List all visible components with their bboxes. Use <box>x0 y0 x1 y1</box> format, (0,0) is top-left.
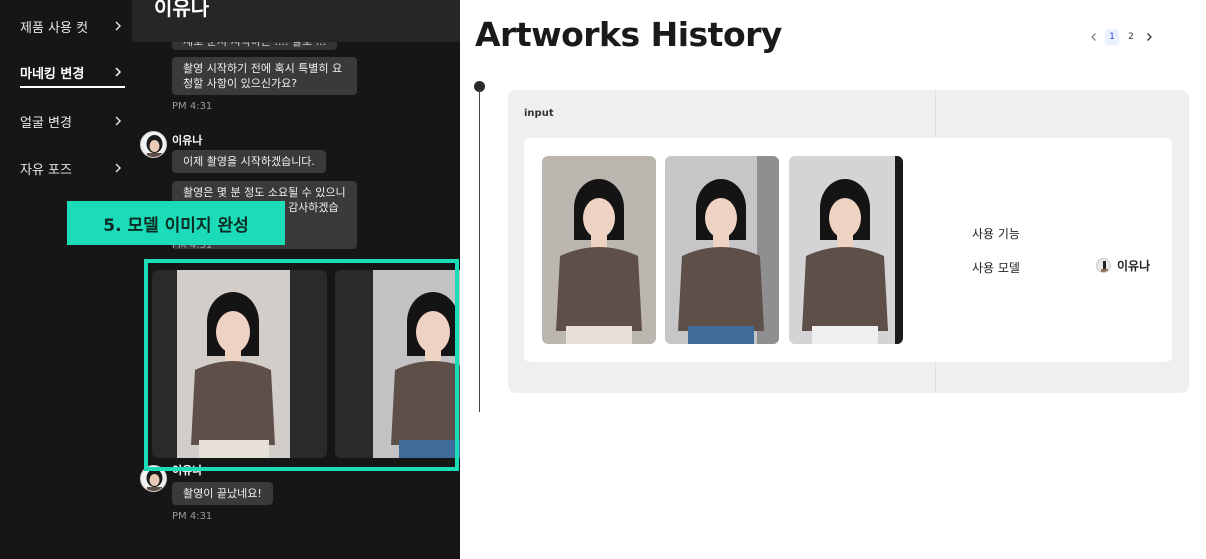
chevron-right-icon <box>115 21 122 31</box>
page-number[interactable]: 2 <box>1124 29 1138 45</box>
message-time: PM 4:31 <box>172 101 213 112</box>
input-image-thumbnail[interactable] <box>542 156 656 344</box>
input-label: input <box>524 108 554 119</box>
sender-name: 이유나 <box>172 134 203 147</box>
sidebar-item-label: 마네킹 변경 <box>20 66 85 82</box>
sidebar-item-mannequin-change[interactable]: 마네킹 변경 <box>20 58 125 88</box>
sender-name: 이유나 <box>172 464 203 477</box>
chat-header: 이유나 <box>132 0 460 42</box>
generated-photo[interactable] <box>152 270 327 458</box>
chat-bubble: 촬영이 끝났네요! <box>172 482 273 505</box>
sidebar-item-label: 자유 포즈 <box>20 162 72 178</box>
input-image-thumbnail[interactable] <box>789 156 903 344</box>
input-image-thumbnail[interactable] <box>665 156 779 344</box>
avatar <box>1096 258 1111 273</box>
annotation-label: 5. 모델 이미지 완성 <box>67 201 285 245</box>
sidebar-item-free-pose[interactable]: 자유 포즈 <box>20 153 125 183</box>
chevron-right-icon[interactable] <box>1143 31 1155 43</box>
sidebar-item-product-cut[interactable]: 제품 사용 컷 <box>20 11 125 41</box>
chat-bubble: 촬영 시작하기 전에 혹시 특별히 요 청할 사항이 있으신가요? <box>172 57 357 95</box>
message-time: PM 4:31 <box>172 511 213 522</box>
avatar <box>140 465 167 492</box>
chevron-right-icon <box>115 116 122 126</box>
chat-title: 이유나 <box>154 0 210 20</box>
generated-photo[interactable] <box>335 270 460 458</box>
sidebar-item-label: 제품 사용 컷 <box>20 20 89 36</box>
chat-bubble: 이제 촬영을 시작하겠습니다. <box>172 150 326 173</box>
chat-app-panel: 제품 사용 컷 마네킹 변경 얼굴 변경 자유 포즈 세로 순서 시작하는 ..… <box>0 0 460 559</box>
sidebar-item-label: 얼굴 변경 <box>20 115 72 131</box>
page-number-current[interactable]: 1 <box>1105 29 1119 45</box>
model-tag: 이유나 <box>1096 257 1150 274</box>
chevron-left-icon[interactable] <box>1088 31 1100 43</box>
timeline-line <box>479 90 480 412</box>
sidebar-item-face-change[interactable]: 얼굴 변경 <box>20 106 125 136</box>
avatar <box>140 131 167 158</box>
chevron-right-icon <box>115 163 122 173</box>
page-title: Artworks History <box>475 15 782 54</box>
pagination: 1 2 <box>1088 28 1155 46</box>
feature-label: 사용 기능 <box>972 227 1020 241</box>
chevron-right-icon <box>115 67 122 77</box>
model-label: 사용 모델 <box>972 261 1020 275</box>
model-name: 이유나 <box>1117 259 1151 273</box>
